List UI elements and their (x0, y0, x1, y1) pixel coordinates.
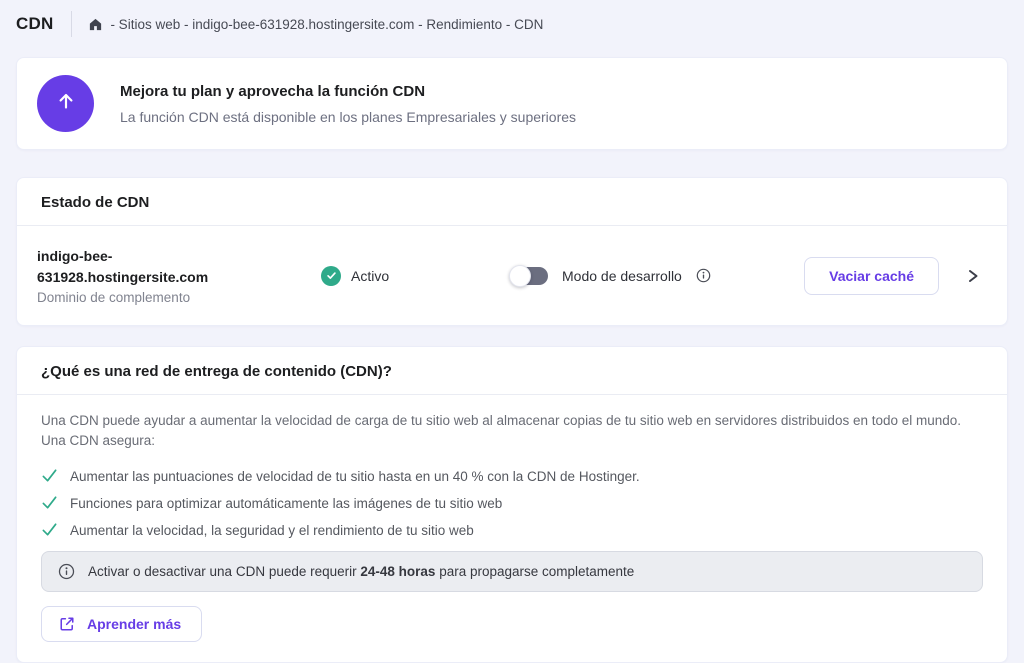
upgrade-banner-subtitle: La función CDN está disponible en los pl… (120, 109, 576, 125)
list-item: Aumentar las puntuaciones de velocidad d… (41, 463, 983, 490)
external-link-icon (58, 615, 76, 633)
status-badge: Activo (351, 268, 389, 284)
upgrade-banner-title: Mejora tu plan y aprovecha la función CD… (120, 83, 576, 100)
what-is-cdn-body: Una CDN puede ayudar a aumentar la veloc… (17, 395, 1007, 662)
check-icon (41, 521, 58, 541)
benefit-text: Funciones para optimizar automáticamente… (70, 496, 502, 511)
breadcrumb-text: - Sitios web - indigo-bee-631928.hosting… (110, 17, 543, 32)
domain-type-label: Dominio de complemento (37, 290, 305, 305)
dev-mode-cell: Modo de desarrollo (511, 267, 804, 285)
learn-more-label: Aprender más (87, 616, 181, 632)
breadcrumb: - Sitios web - indigo-bee-631928.hosting… (88, 17, 543, 32)
info-icon[interactable] (696, 268, 711, 283)
page-title: CDN (16, 14, 53, 34)
chevron-right-icon[interactable] (965, 267, 981, 285)
propagation-notice-text: Activar o desactivar una CDN puede reque… (88, 564, 634, 579)
cdn-status-row: indigo-bee-631928.hostingersite.com Domi… (17, 226, 1007, 325)
info-icon (58, 563, 75, 580)
upgrade-icon-badge (37, 75, 94, 132)
upgrade-banner-card: Mejora tu plan y aprovecha la función CD… (16, 57, 1008, 150)
dev-mode-toggle[interactable] (511, 267, 548, 285)
benefit-text: Aumentar las puntuaciones de velocidad d… (70, 469, 640, 484)
header-divider (71, 11, 72, 37)
dev-mode-toggle-knob (509, 265, 531, 287)
learn-more-button[interactable]: Aprender más (41, 606, 202, 642)
benefit-text: Aumentar la velocidad, la seguridad y el… (70, 523, 474, 538)
list-item: Funciones para optimizar automáticamente… (41, 490, 983, 517)
benefit-list: Aumentar las puntuaciones de velocidad d… (41, 463, 983, 544)
cdn-status-card: Estado de CDN indigo-bee-631928.hostinge… (16, 177, 1008, 326)
domain-cell: indigo-bee-631928.hostingersite.com Domi… (37, 246, 321, 305)
list-item: Aumentar la velocidad, la seguridad y el… (41, 517, 983, 544)
check-icon (41, 467, 58, 487)
status-cell: Activo (321, 266, 511, 286)
dev-mode-label: Modo de desarrollo (562, 268, 682, 284)
check-icon (41, 494, 58, 514)
what-is-cdn-card: ¿Qué es una red de entrega de contenido … (16, 346, 1008, 663)
status-active-check-icon (321, 266, 341, 286)
propagation-notice-banner: Activar o desactivar una CDN puede reque… (41, 551, 983, 592)
home-icon[interactable] (88, 17, 103, 32)
flush-cache-button[interactable]: Vaciar caché (804, 257, 939, 295)
upgrade-banner-text: Mejora tu plan y aprovecha la función CD… (120, 83, 576, 125)
cdn-description: Una CDN puede ayudar a aumentar la veloc… (41, 411, 983, 451)
domain-name: indigo-bee-631928.hostingersite.com (37, 246, 237, 288)
cdn-status-title: Estado de CDN (17, 178, 1007, 226)
page-header: CDN - Sitios web - indigo-bee-631928.hos… (0, 0, 1024, 47)
what-is-cdn-title: ¿Qué es una red de entrega de contenido … (17, 347, 1007, 395)
arrow-up-icon (53, 88, 79, 119)
